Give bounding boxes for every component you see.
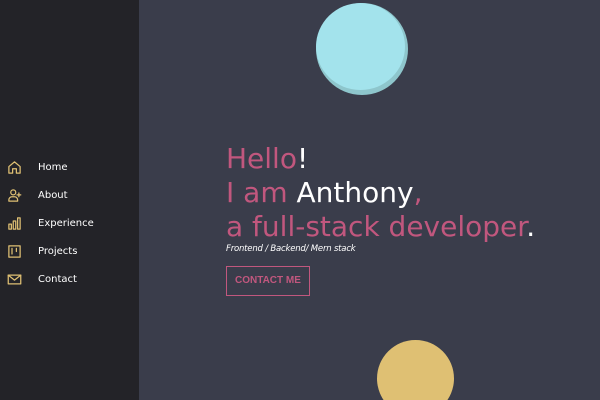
mail-icon — [7, 272, 22, 287]
user-plus-icon — [7, 188, 22, 203]
bar-chart-icon — [7, 216, 22, 231]
decorative-circle-top — [316, 3, 408, 95]
hero-greeting-line: Hello! — [226, 142, 535, 176]
hero-greeting-punct: ! — [296, 142, 309, 175]
trello-icon — [7, 244, 22, 259]
nav-label-home: Home — [38, 161, 68, 173]
nav-label-about: About — [38, 189, 68, 201]
decorative-circle-top-highlight — [316, 3, 405, 90]
nav-label-contact: Contact — [38, 273, 77, 285]
sidebar-nav: Home About Experience Projects Contact — [0, 153, 139, 293]
hero-name: Anthony — [296, 176, 414, 209]
nav-item-home[interactable]: Home — [0, 153, 139, 181]
contact-me-button[interactable]: CONTACT ME — [226, 266, 310, 296]
home-icon — [7, 160, 22, 175]
hero-role: a full-stack developer — [226, 210, 527, 243]
nav-item-experience[interactable]: Experience — [0, 209, 139, 237]
hero-section: Hello! I am Anthony, a full-stack develo… — [226, 142, 535, 296]
hero-greeting: Hello — [226, 142, 297, 175]
hero-role-punct: . — [526, 210, 536, 243]
hero-subtitle: Frontend / Backend/ Mern stack — [226, 244, 356, 254]
nav-label-experience: Experience — [38, 217, 94, 229]
hero-role-line: a full-stack developer. — [226, 210, 535, 244]
nav-item-contact[interactable]: Contact — [0, 265, 139, 293]
decorative-circle-bottom — [377, 340, 454, 400]
nav-item-projects[interactable]: Projects — [0, 237, 139, 265]
nav-item-about[interactable]: About — [0, 181, 139, 209]
nav-label-projects: Projects — [38, 245, 78, 257]
main-content: Hello! I am Anthony, a full-stack develo… — [139, 0, 600, 400]
hero-intro: I am — [226, 176, 288, 209]
sidebar: Home About Experience Projects Contact — [0, 0, 139, 400]
hero-name-punct: , — [413, 176, 423, 209]
hero-intro-line: I am Anthony, — [226, 176, 535, 210]
